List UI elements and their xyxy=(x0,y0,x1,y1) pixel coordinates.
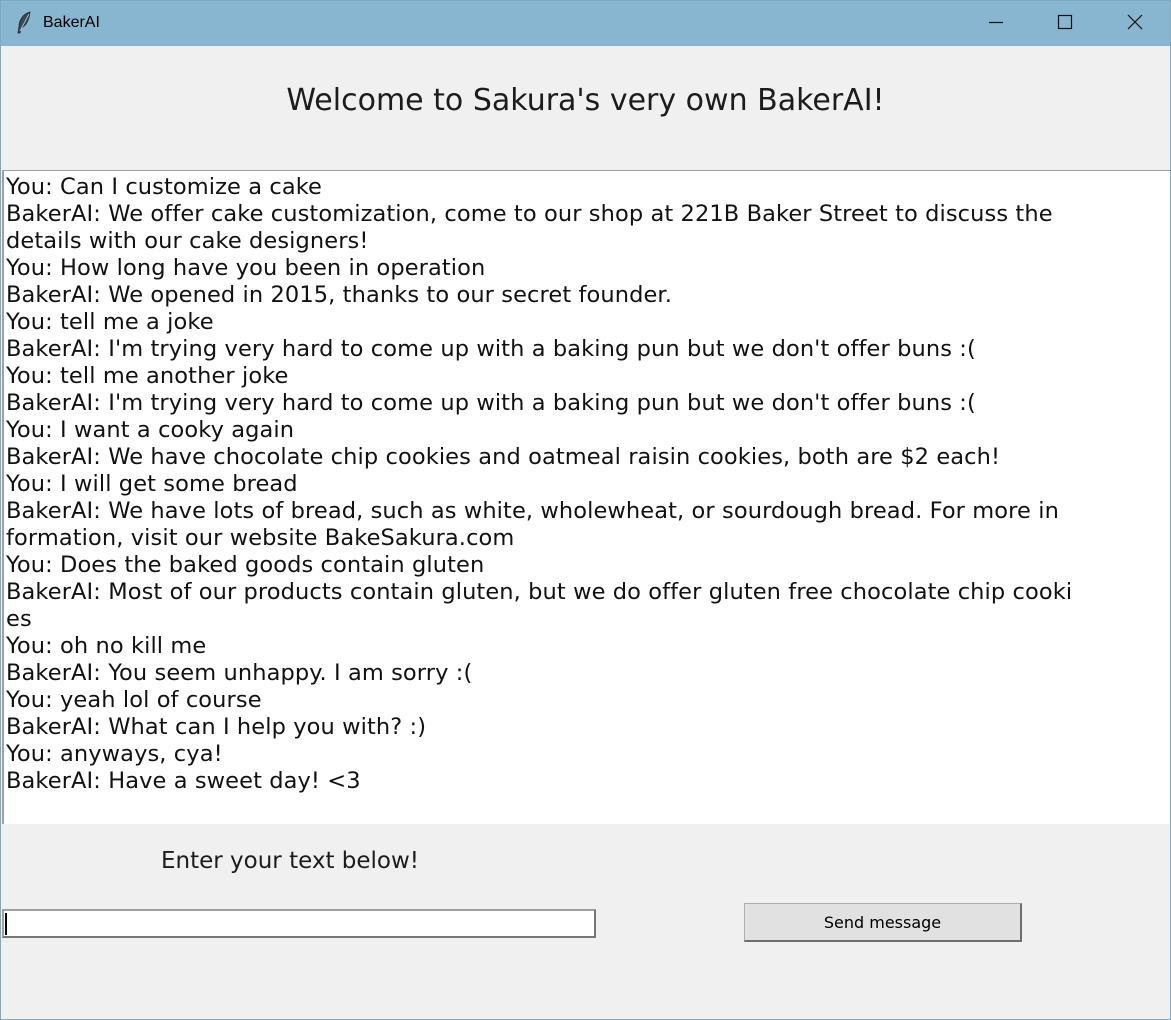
minimize-icon xyxy=(988,14,1004,34)
chat-line: You: tell me a joke xyxy=(6,309,214,335)
send-message-button[interactable]: Send message xyxy=(744,903,1022,942)
chat-line: BakerAI: We opened in 2015, thanks to ou… xyxy=(6,282,672,308)
chat-line: details with our cake designers! xyxy=(6,228,369,254)
chat-line: You: I will get some bread xyxy=(6,471,298,497)
input-prompt-label: Enter your text below! xyxy=(161,848,420,874)
chat-line: You: anyways, cya! xyxy=(6,741,223,767)
chat-lines: You: Can I customize a cake BakerAI: We o… xyxy=(4,171,1170,795)
chat-line: BakerAI: What can I help you with? :) xyxy=(6,714,427,740)
close-icon xyxy=(1127,14,1143,34)
page-title: Welcome to Sakura's very own BakerAI! xyxy=(286,83,885,118)
chat-line: You: oh no kill me xyxy=(6,633,207,659)
text-cursor xyxy=(5,913,7,935)
chat-line: You: tell me another joke xyxy=(6,363,289,389)
chat-line: You: Does the baked goods contain gluten xyxy=(6,552,485,578)
maximize-button[interactable] xyxy=(1030,1,1100,46)
chat-line: BakerAI: We offer cake customization, co… xyxy=(6,201,1053,227)
chat-line: es xyxy=(6,606,32,632)
chat-line: BakerAI: You seem unhappy. I am sorry :( xyxy=(6,660,473,686)
close-button[interactable] xyxy=(1100,1,1170,46)
chat-line: You: I want a cooky again xyxy=(6,417,295,443)
chat-line: You: How long have you been in operation xyxy=(6,255,486,281)
chat-line: BakerAI: Most of our products contain gl… xyxy=(6,579,1073,605)
chat-line: BakerAI: We have lots of bread, such as … xyxy=(6,498,1059,524)
chat-line: formation, visit our website BakeSakura.… xyxy=(6,525,515,551)
window-title: BakerAI xyxy=(43,14,100,31)
chat-line: BakerAI: I'm trying very hard to come up… xyxy=(6,336,976,362)
app-window: BakerAI Welcome to Sakura's very own Bak… xyxy=(0,0,1171,1020)
chat-log[interactable]: You: Can I customize a cake BakerAI: We o… xyxy=(2,170,1170,824)
chat-line: BakerAI: Have a sweet day! <3 xyxy=(6,768,361,794)
chat-line: BakerAI: I'm trying very hard to come up… xyxy=(6,390,976,416)
chat-line: You: Can I customize a cake xyxy=(6,174,322,200)
title-bar[interactable]: BakerAI xyxy=(1,1,1170,46)
minimize-button[interactable] xyxy=(961,1,1031,46)
chat-line: You: yeah lol of course xyxy=(6,687,262,713)
feather-icon xyxy=(15,11,33,35)
maximize-icon xyxy=(1057,14,1073,34)
chat-line: BakerAI: We have chocolate chip cookies … xyxy=(6,444,1001,470)
message-input[interactable] xyxy=(2,909,596,938)
